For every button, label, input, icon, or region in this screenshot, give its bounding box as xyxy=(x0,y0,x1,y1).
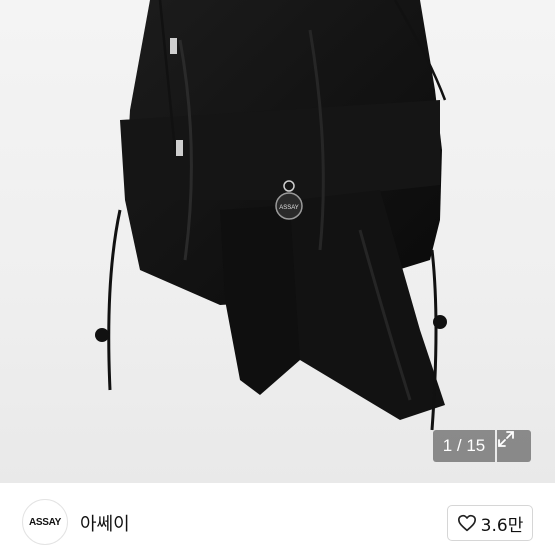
product-image[interactable]: ASSAY 1 / 15 xyxy=(0,0,555,483)
like-count: 3.6만 xyxy=(480,515,524,536)
shop-logo-text: ASSAY xyxy=(28,516,62,528)
expand-image-button[interactable] xyxy=(497,430,531,462)
expand-arrows-icon xyxy=(498,431,514,447)
like-button[interactable]: 3.6만 xyxy=(447,505,533,541)
image-position-counter: 1 / 15 xyxy=(433,430,495,462)
heart-outline-icon xyxy=(457,514,476,532)
logo-tag-text: ASSAY xyxy=(279,205,299,211)
shop-name[interactable]: 아쎄이 xyxy=(80,510,130,536)
shop-avatar[interactable]: ASSAY xyxy=(22,499,68,545)
product-photo-garment: ASSAY xyxy=(95,0,447,431)
